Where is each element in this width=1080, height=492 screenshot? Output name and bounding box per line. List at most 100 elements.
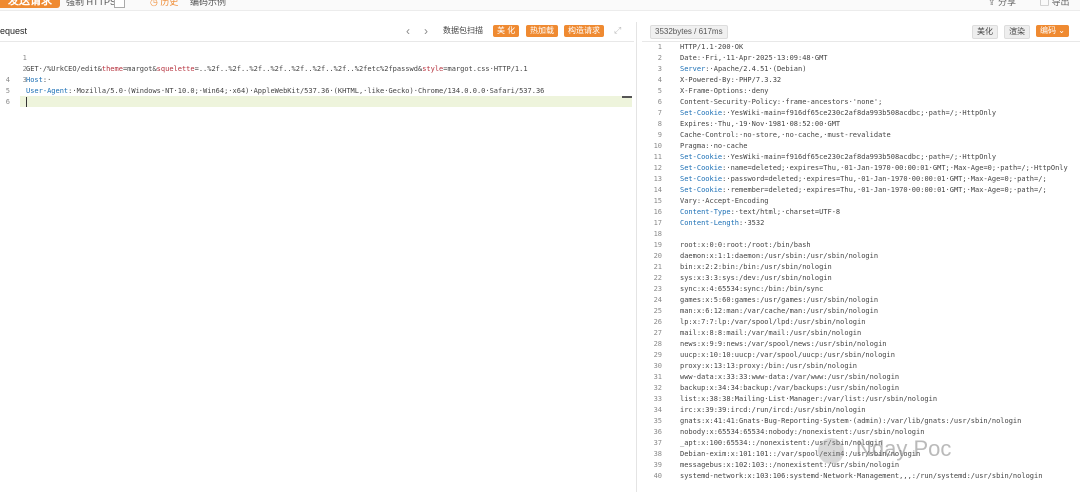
send-request-button[interactable]: 发送请求: [0, 0, 60, 8]
line-number: 11: [653, 153, 662, 161]
line-number: 29: [653, 351, 662, 359]
line-text: X-Powered-By:·PHP/7.3.32: [680, 76, 782, 84]
watermark-logo-icon: [818, 438, 844, 464]
line-text: :·YesWiki-main=f916df65ce230c2af8da993b5…: [722, 153, 997, 161]
encoding-example-link[interactable]: 编码示例: [190, 0, 226, 8]
response-editor[interactable]: 1 HTTP/1.1·200·OK 2 Date:·Fri,·11·Apr·2025·…: [642, 42, 1080, 492]
line-text: bin:x:2:2:bin:/bin:/usr/sbin/nologin: [680, 263, 832, 271]
chevron-right-icon[interactable]: ›: [424, 24, 428, 38]
header-name: Set-Cookie: [680, 175, 723, 183]
line-text: :·YesWiki-main=f916df65ce230c2af8da993b5…: [722, 109, 997, 117]
header-name: Set-Cookie: [680, 164, 723, 172]
line-text: proxy:x:13:13:proxy:/bin:/usr/sbin/nolog…: [680, 362, 858, 370]
line-number: 25: [653, 307, 662, 315]
panel-resize-handle[interactable]: [622, 96, 632, 98]
line-number: 27: [653, 329, 662, 337]
line-number: 26: [653, 318, 662, 326]
expand-icon[interactable]: ⤢: [614, 25, 621, 36]
line-number: 15: [653, 197, 662, 205]
header-name: Set-Cookie: [680, 153, 723, 161]
line-text: Pragma:·no-cache: [680, 142, 748, 150]
request-editor[interactable]: 1 GET·/%UrkCEO/edit&theme=margot&squelet…: [0, 42, 632, 492]
line-number: 20: [653, 252, 662, 260]
line-number: 37: [653, 439, 662, 447]
line-number: 39: [653, 461, 662, 469]
line-text: :·remember=deleted;·expires=Thu,·01-Jan-…: [722, 186, 1047, 194]
line-text: :·text/html;·charset=UTF-8: [730, 208, 841, 216]
chevron-down-icon: ⌄: [1056, 26, 1065, 35]
line-text: X-Frame-Options:·deny: [680, 87, 769, 95]
line-number: 36: [653, 428, 662, 436]
line-number: 2: [657, 54, 662, 62]
share-button[interactable]: ⇪ 分享: [988, 0, 1016, 8]
header-name: Set-Cookie: [680, 186, 723, 194]
line-text: nobody:x:65534:65534:nobody:/nonexistent…: [680, 428, 925, 436]
line-text: Date:·Fri,·11·Apr·2025·13:09:48·GMT: [680, 54, 828, 62]
header-name: Content-Type: [680, 208, 731, 216]
line-text: :·name=deleted;·expires=Thu,·01-Jan-1970…: [722, 164, 1068, 172]
line-text: :·Apache/2.4.51·(Debian): [705, 65, 807, 73]
line-text: uucp:x:10:10:uucp:/var/spool/uucp:/usr/s…: [680, 351, 895, 359]
line-number: 35: [653, 417, 662, 425]
line-number: 24: [653, 296, 662, 304]
line-text: mail:x:8:8:mail:/var/mail:/usr/sbin/nolo…: [680, 329, 862, 337]
panel-divider[interactable]: [636, 22, 637, 492]
line-text: www-data:x:33:33:www-data:/var/www:/usr/…: [680, 373, 900, 381]
header-name: Server: [680, 65, 706, 73]
line-text: HTTP/1.1·200·OK: [680, 43, 744, 51]
line-number: 16: [653, 208, 662, 216]
line-number: 5: [657, 87, 662, 95]
response-render-button[interactable]: 渲染: [1004, 25, 1030, 39]
request-line: 3 User-Agent:·Mozilla/5.0·(Windows·NT·10…: [22, 76, 545, 95]
request-line: 2 Host:·: [22, 65, 52, 84]
watermark: Nday Poc: [856, 436, 952, 461]
line-number: 8: [657, 120, 662, 128]
force-https-checkbox[interactable]: [114, 0, 125, 8]
line-text: backup:x:34:34:backup:/var/backups:/usr/…: [680, 384, 900, 392]
response-panel-header: 3532bytes / 617ms 美化 渲染 编码 ⌄: [642, 22, 1080, 42]
response-beautify-button[interactable]: 美化: [972, 25, 998, 39]
share-icon: ⇪: [988, 0, 999, 7]
line-text: Vary:·Accept-Encoding: [680, 197, 769, 205]
line-text: daemon:x:1:1:daemon:/usr/sbin:/usr/sbin/…: [680, 252, 879, 260]
line-text: root:x:0:0:root:/root:/bin/bash: [680, 241, 811, 249]
line-number: 40: [653, 472, 662, 480]
line-text: Cache-Control:·no-store,·no-cache,·must-…: [680, 131, 891, 139]
line-text: irc:x:39:39:ircd:/run/ircd:/usr/sbin/nol…: [680, 406, 866, 414]
request-panel-header: equest ‹ › 数据包扫描 美 化 热加载 构造请求 ⤢: [0, 22, 634, 42]
export-icon: ▢: [1040, 0, 1052, 7]
line-text: gnats:x:41:41:Gnats·Bug-Reporting·System…: [680, 417, 1022, 425]
line-number: 19: [653, 241, 662, 249]
line-number: 22: [653, 274, 662, 282]
chevron-left-icon[interactable]: ‹: [406, 24, 410, 38]
line-text: messagebus:x:102:103::/nonexistent:/usr/…: [680, 461, 900, 469]
history-button[interactable]: ◷ 历史: [150, 0, 178, 8]
request-line: 1 GET·/%UrkCEO/edit&theme=margot&squelet…: [22, 54, 528, 73]
beautify-button[interactable]: 美 化: [493, 25, 520, 37]
line-number: 1: [657, 43, 662, 51]
packet-scan-button[interactable]: 数据包扫描: [443, 25, 483, 37]
line-text: list:x:38:38:Mailing·List·Manager:/var/l…: [680, 395, 938, 403]
response-encode-dropdown[interactable]: 编码 ⌄: [1036, 25, 1069, 37]
line-number: 30: [653, 362, 662, 370]
line-text: lp:x:7:7:lp:/var/spool/lpd:/usr/sbin/nol…: [680, 318, 866, 326]
top-toolbar: 发送请求 强制 HTTPS ◷ 历史 编码示例 ⇪ 分享 ▢ 导出: [0, 0, 1080, 11]
line-number: 3: [657, 65, 662, 73]
response-size-badge: 3532bytes / 617ms: [650, 25, 728, 39]
line-number: 38: [653, 450, 662, 458]
construct-request-button[interactable]: 构造请求: [564, 25, 604, 37]
line-number: 32: [653, 384, 662, 392]
line-number: 18: [653, 230, 662, 238]
line-number: 34: [653, 406, 662, 414]
text-cursor: [26, 97, 27, 107]
line-number: 23: [653, 285, 662, 293]
line-number: 10: [653, 142, 662, 150]
hot-load-button[interactable]: 热加载: [526, 25, 558, 37]
line-text: Expires:·Thu,·19·Nov·1981·08:52:00·GMT: [680, 120, 841, 128]
line-number: 9: [657, 131, 662, 139]
header-name: Set-Cookie: [680, 109, 723, 117]
request-panel-title: equest: [0, 26, 28, 36]
export-button[interactable]: ▢ 导出: [1040, 0, 1070, 8]
line-text: :·password=deleted;·expires=Thu,·01-Jan-…: [722, 175, 1047, 183]
line-number: 28: [653, 340, 662, 348]
